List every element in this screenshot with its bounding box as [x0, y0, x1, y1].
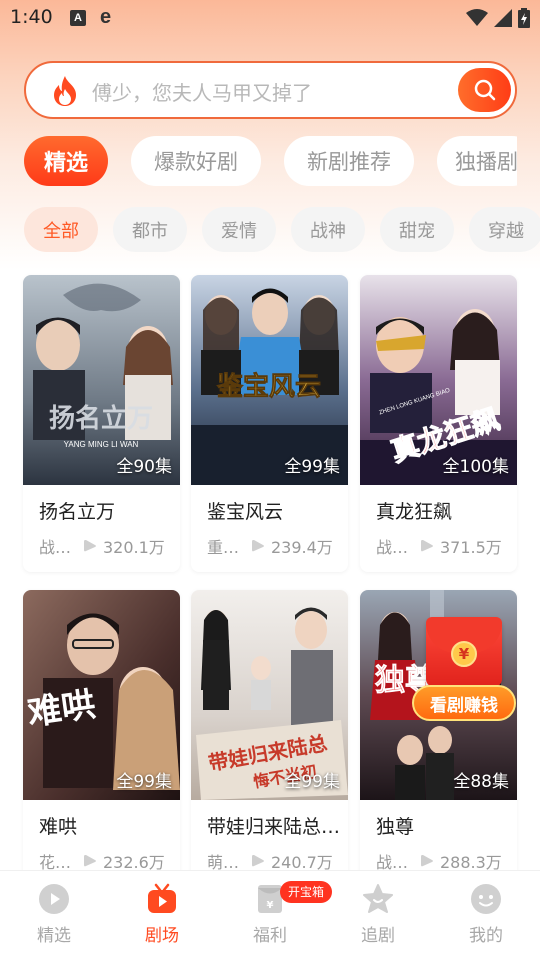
status-bar: 1:40 A e	[0, 0, 540, 38]
genre-chip-urban[interactable]: 都市	[113, 207, 187, 252]
play-count-icon	[84, 855, 96, 867]
view-count: 239.4万	[271, 538, 333, 557]
play-circle-icon	[39, 884, 69, 914]
watch-earn-reward[interactable]: ¥ 看剧赚钱	[412, 617, 517, 727]
genre-chip-war-god[interactable]: 战神	[291, 207, 365, 252]
play-count-icon	[252, 540, 264, 552]
drama-meta: 战… 320.1万	[39, 535, 179, 557]
smiley-face-icon	[471, 884, 501, 914]
status-browser-icon: e	[100, 6, 112, 28]
search-icon	[474, 79, 495, 101]
drama-card[interactable]: 带娃归来陆总 悔不当初 全99集 带娃归来陆总… 萌… 240.7万	[191, 590, 348, 887]
drama-meta: 花… 232.6万	[39, 850, 179, 872]
drama-card[interactable]: 扬名立万 YANG MING LI WAN 全90集 扬名立万 战… 320.1…	[23, 275, 180, 572]
category-tabs: 精选 爆款好剧 新剧推荐 独播剧	[24, 136, 517, 188]
svg-text:¥: ¥	[267, 900, 274, 911]
watch-earn-button[interactable]: 看剧赚钱	[412, 685, 516, 721]
genre-chip-time-travel[interactable]: 穿越	[469, 207, 540, 252]
drama-genre-tag: 重…	[207, 538, 240, 557]
tab-hot-dramas[interactable]: 爆款好剧	[131, 136, 261, 186]
drama-card[interactable]: 难哄 全99集 难哄 花… 232.6万	[23, 590, 180, 887]
tab-exclusive[interactable]: 独播剧	[437, 136, 517, 186]
episode-count: 全99集	[284, 457, 340, 477]
drama-poster: 带娃归来陆总 悔不当初 全99集	[191, 590, 348, 800]
drama-meta: 战… 288.3万	[376, 850, 516, 872]
drama-genre-tag: 战…	[39, 538, 72, 557]
drama-meta: 重… 239.4万	[207, 535, 347, 557]
open-treasure-badge: 开宝箱	[280, 881, 333, 903]
episode-count: 全99集	[284, 772, 340, 792]
coin-icon: ¥	[451, 641, 477, 667]
search-input[interactable]: 傅少，您夫人马甲又掉了	[92, 77, 312, 106]
drama-poster: 真龙狂飙 ZHEN LONG KUANG BIAO 全100集	[360, 275, 517, 485]
play-count-icon	[252, 855, 264, 867]
genre-chip-romance[interactable]: 爱情	[202, 207, 276, 252]
genre-filter: 全部 都市 爱情 战神 甜宠 穿越	[24, 207, 540, 253]
bottom-navigation: 精选 剧场 ¥ 福利 开宝箱 追剧 我的	[0, 870, 540, 960]
drama-title: 独尊	[376, 816, 415, 838]
star-icon	[363, 884, 393, 913]
nav-label: 精选	[37, 926, 71, 946]
drama-genre-tag: 战…	[376, 538, 409, 557]
drama-poster: 扬名立万 YANG MING LI WAN 全90集	[23, 275, 180, 485]
nav-following[interactable]: 追剧	[338, 883, 418, 953]
drama-title: 真龙狂飙	[376, 501, 453, 523]
drama-title: 难哄	[39, 816, 78, 838]
play-count-icon	[421, 855, 433, 867]
drama-card[interactable]: 鉴宝风云 全99集 鉴宝风云 重… 239.4万	[191, 275, 348, 572]
nav-profile[interactable]: 我的	[446, 883, 526, 953]
status-a-icon: A	[70, 10, 86, 26]
search-button[interactable]	[458, 68, 511, 112]
episode-count: 全88集	[453, 772, 509, 792]
drama-meta: 萌… 240.7万	[207, 850, 347, 872]
drama-meta: 战… 371.5万	[376, 535, 516, 557]
episode-count: 全90集	[116, 457, 172, 477]
genre-chip-sweet[interactable]: 甜宠	[380, 207, 454, 252]
nav-label: 剧场	[145, 926, 179, 946]
play-count-icon	[421, 540, 433, 552]
flame-icon	[54, 76, 76, 106]
nav-benefits[interactable]: ¥ 福利 开宝箱	[230, 881, 333, 953]
status-time: 1:40	[10, 6, 53, 28]
episode-count: 全99集	[116, 772, 172, 792]
poster-title: 鉴宝风云	[216, 371, 321, 402]
drama-title: 鉴宝风云	[207, 501, 284, 523]
drama-poster: 难哄 全99集	[23, 590, 180, 800]
battery-icon	[518, 8, 530, 28]
nav-label: 福利	[253, 926, 287, 946]
search-bar[interactable]: 傅少，您夫人马甲又掉了	[24, 61, 517, 119]
signal-icon	[494, 9, 512, 27]
tab-featured[interactable]: 精选	[24, 136, 108, 186]
poster-title: 扬名立万	[49, 403, 153, 434]
nav-featured[interactable]: 精选	[14, 883, 94, 953]
episode-count: 全100集	[442, 457, 509, 477]
play-count-icon	[84, 540, 96, 552]
wifi-icon	[466, 9, 488, 26]
view-count: 320.1万	[103, 538, 165, 557]
poster-subtitle: YANG MING LI WAN	[64, 440, 139, 449]
drama-poster: 鉴宝风云 全99集	[191, 275, 348, 485]
tab-new-dramas[interactable]: 新剧推荐	[284, 136, 414, 186]
nav-theater[interactable]: 剧场	[122, 883, 202, 953]
tv-play-icon	[148, 883, 176, 913]
drama-title: 带娃归来陆总…	[207, 816, 341, 838]
genre-chip-all[interactable]: 全部	[24, 207, 98, 252]
drama-card[interactable]: 真龙狂飙 ZHEN LONG KUANG BIAO 全100集 真龙狂飙 战… …	[360, 275, 517, 572]
nav-label: 追剧	[361, 926, 395, 946]
drama-title: 扬名立万	[39, 501, 116, 523]
status-indicators	[466, 8, 530, 28]
nav-label: 我的	[469, 926, 503, 946]
view-count: 371.5万	[440, 538, 502, 557]
